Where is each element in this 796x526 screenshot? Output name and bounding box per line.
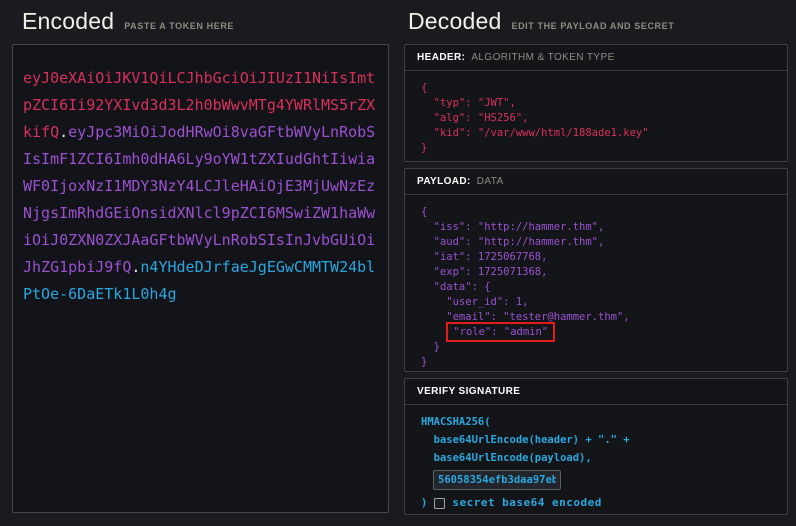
- role-admin-highlight: "role": "admin": [446, 322, 555, 342]
- payload-json-line: "iat": 1725067768,: [421, 250, 779, 265]
- decoded-panel-header: Decoded EDIT THE PAYLOAD AND SECRET: [408, 8, 674, 35]
- decoded-header-section: HEADER: ALGORITHM & TOKEN TYPE { "typ": …: [404, 44, 788, 162]
- jwt-token-text[interactable]: eyJ0eXAiOiJKV1QiLCJhbGciOiJIUzI1NiIsImtp…: [13, 45, 388, 328]
- decoded-subtitle: EDIT THE PAYLOAD AND SECRET: [511, 21, 674, 31]
- payload-section-label: PAYLOAD:: [417, 176, 471, 187]
- payload-json-line: }: [421, 340, 779, 355]
- secret-options-row: ) secret base64 encoded: [421, 494, 779, 512]
- decoded-title: Decoded: [408, 8, 501, 35]
- payload-json-line: {: [421, 205, 779, 220]
- verify-code-line: base64UrlEncode(payload),: [421, 449, 779, 467]
- header-json-editor[interactable]: { "typ": "JWT", "alg": "HS256", "kid": "…: [405, 71, 787, 156]
- payload-json-line: "aud": "http://hammer.thm",: [421, 235, 779, 250]
- verify-section-label: VERIFY SIGNATURE: [417, 386, 520, 397]
- payload-json-line: "data": {: [421, 280, 779, 295]
- token-separator-dot: .: [59, 123, 68, 141]
- header-json-line: }: [421, 141, 779, 156]
- payload-section-strip: PAYLOAD: DATA: [405, 169, 787, 195]
- payload-json-line: "exp": 1725071368,: [421, 265, 779, 280]
- encoded-panel-header: Encoded PASTE A TOKEN HERE: [22, 8, 234, 35]
- payload-json-line-role: "role": "admin": [421, 325, 779, 340]
- header-section-strip: HEADER: ALGORITHM & TOKEN TYPE: [405, 45, 787, 71]
- header-json-line: {: [421, 81, 779, 96]
- role-line-indent: [421, 326, 446, 338]
- verify-signature-content: HMACSHA256( base64UrlEncode(header) + ".…: [405, 405, 787, 512]
- header-section-sublabel: ALGORITHM & TOKEN TYPE: [471, 52, 614, 63]
- verify-code-line: base64UrlEncode(header) + "." +: [421, 431, 779, 449]
- secret-base64-label: secret base64 encoded: [452, 494, 602, 512]
- header-section-label: HEADER:: [417, 52, 465, 63]
- encoded-token-box[interactable]: eyJ0eXAiOiJKV1QiLCJhbGciOiJIUzI1NiIsImtp…: [12, 44, 389, 513]
- header-json-line: "alg": "HS256",: [421, 111, 779, 126]
- encoded-title: Encoded: [22, 8, 114, 35]
- payload-section-sublabel: DATA: [477, 176, 504, 187]
- verify-signature-section: VERIFY SIGNATURE HMACSHA256( base64UrlEn…: [404, 378, 788, 515]
- decoded-payload-section: PAYLOAD: DATA { "iss": "http://hammer.th…: [404, 168, 788, 372]
- payload-json-line: "iss": "http://hammer.thm",: [421, 220, 779, 235]
- payload-json-line: "user_id": 1,: [421, 295, 779, 310]
- token-payload-segment: eyJpc3MiOiJodHRwOi8vaGFtbWVyLnRobSIsImF1…: [23, 123, 375, 276]
- header-json-line: "kid": "/var/www/html/188ade1.key": [421, 126, 779, 141]
- payload-json-editor[interactable]: { "iss": "http://hammer.thm", "aud": "ht…: [405, 195, 787, 370]
- header-json-line: "typ": "JWT",: [421, 96, 779, 111]
- verify-section-strip: VERIFY SIGNATURE: [405, 379, 787, 405]
- encoded-subtitle: PASTE A TOKEN HERE: [124, 21, 234, 31]
- secret-base64-checkbox[interactable]: [434, 498, 445, 509]
- payload-json-line: }: [421, 355, 779, 370]
- verify-code-line: HMACSHA256(: [421, 413, 779, 431]
- closing-paren: ): [421, 494, 427, 512]
- secret-input[interactable]: [433, 470, 561, 490]
